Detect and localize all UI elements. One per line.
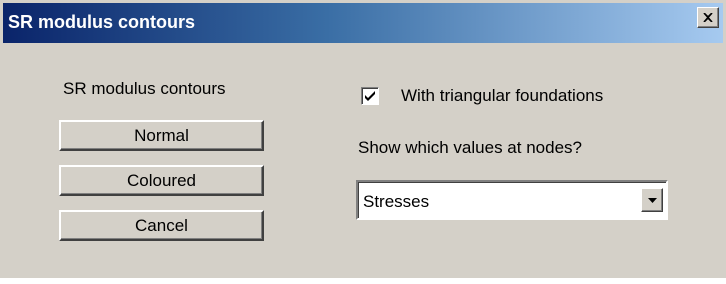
values-select[interactable]: Stresses [356, 180, 668, 220]
checkmark-icon [365, 91, 375, 101]
values-select-dropdown-button[interactable] [641, 188, 663, 212]
contours-heading: SR modulus contours [63, 79, 226, 98]
values-select-value: Stresses [363, 192, 430, 211]
normal-button[interactable]: Normal [59, 120, 264, 151]
close-button[interactable] [697, 7, 719, 28]
chevron-down-icon [647, 197, 657, 203]
window-title: SR modulus contours [8, 12, 196, 32]
triangular-foundations-checkbox[interactable] [361, 87, 379, 105]
dialog-window: SR modulus contours SR modulus contours … [0, 0, 726, 278]
triangular-foundations-label[interactable]: With triangular foundations [401, 86, 603, 106]
values-prompt: Show which values at nodes? [358, 138, 582, 157]
title-bar[interactable]: SR modulus contours [3, 3, 723, 43]
cancel-button[interactable]: Cancel [59, 210, 264, 241]
close-icon [703, 13, 713, 22]
coloured-button[interactable]: Coloured [59, 165, 264, 196]
